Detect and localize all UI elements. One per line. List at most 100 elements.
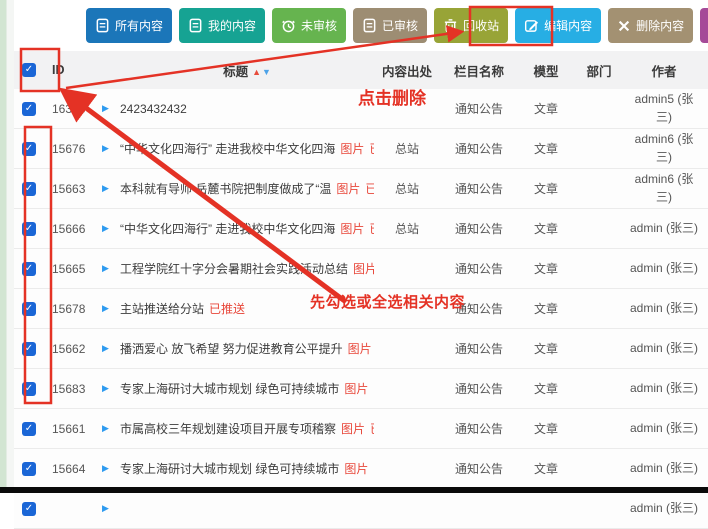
all-content-button[interactable]: 所有内容 bbox=[86, 8, 173, 43]
row-model: 文章 bbox=[533, 102, 558, 116]
row-column: 通知公告 bbox=[454, 342, 503, 356]
expand-triangle-icon[interactable]: ▶ bbox=[102, 343, 120, 354]
row-checkbox[interactable]: ✓ bbox=[22, 421, 36, 436]
expand-triangle-icon[interactable]: ▶ bbox=[102, 223, 120, 234]
row-checkbox[interactable]: ✓ bbox=[22, 181, 36, 196]
row-model: 文章 bbox=[533, 262, 558, 276]
row-title[interactable]: “中华文化四海行” 走进我校中华文化四海 bbox=[120, 140, 335, 157]
publish-content-button[interactable]: 发布内容 bbox=[700, 8, 708, 43]
row-title[interactable]: 2423432432 bbox=[120, 102, 187, 116]
row-title[interactable]: 专家上海研讨大城市规划 绿色可持续城市 bbox=[120, 460, 339, 477]
header-source: 内容出处 bbox=[381, 64, 432, 79]
status-tag: 图片 bbox=[340, 142, 365, 156]
row-column: 通知公告 bbox=[454, 222, 503, 236]
reviewed-button[interactable]: 已审核 bbox=[353, 8, 428, 43]
expand-triangle-icon[interactable]: ▶ bbox=[102, 383, 120, 394]
row-column: 通知公告 bbox=[454, 302, 503, 316]
row-title[interactable]: 播洒爱心 放飞希望 努力促进教育公平提升 bbox=[120, 340, 343, 357]
row-id: 15664 bbox=[52, 461, 86, 476]
toolbar: 所有内容 我的内容 未审核 已审核 回收站 编辑内容 删除内容 发布内容 bbox=[14, 0, 708, 43]
row-tags: 图片已推送签发源 bbox=[340, 140, 374, 157]
expand-triangle-icon[interactable]: ▶ bbox=[102, 423, 120, 434]
sort-desc-icon[interactable]: ▼ bbox=[262, 67, 271, 77]
expand-triangle-icon[interactable]: ▶ bbox=[102, 463, 120, 474]
row-checkbox[interactable]: ✓ bbox=[22, 341, 36, 356]
header-dept: 部门 bbox=[586, 64, 612, 79]
row-title[interactable]: “中华文化四海行” 走进我校中华文化四海 bbox=[120, 220, 335, 237]
table-row[interactable]: ✓ 15663 ▶ 本科就有导师 岳麓书院把制度做成了“温 图片已推送 总站 通… bbox=[14, 169, 708, 209]
status-tag: 已推送 bbox=[373, 380, 374, 397]
row-model: 文章 bbox=[533, 222, 558, 236]
row-model: 文章 bbox=[533, 182, 558, 196]
table-row[interactable]: ✓ ▶ admin (张三) bbox=[14, 489, 708, 529]
row-checkbox[interactable]: ✓ bbox=[22, 301, 36, 316]
row-title[interactable]: 工程学院红十字分会暑期社会实践活动总结 bbox=[120, 260, 348, 277]
expand-triangle-icon[interactable]: ▶ bbox=[102, 503, 120, 514]
left-sidebar-sliver bbox=[0, 0, 7, 493]
row-author: admin (张三) bbox=[629, 260, 698, 275]
row-column: 通知公告 bbox=[454, 422, 503, 436]
row-checkbox[interactable]: ✓ bbox=[22, 461, 36, 476]
row-model: 文章 bbox=[533, 142, 558, 156]
row-author: admin (张三) bbox=[629, 300, 698, 315]
row-column: 通知公告 bbox=[454, 102, 503, 116]
button-label: 未审核 bbox=[301, 19, 338, 33]
status-tag: 图片 bbox=[344, 462, 369, 476]
row-checkbox[interactable]: ✓ bbox=[22, 141, 36, 156]
row-tags: 图片已推送 bbox=[353, 260, 374, 277]
row-tags: 图片已推送 bbox=[340, 220, 374, 237]
row-model: 文章 bbox=[533, 382, 558, 396]
row-author: admin (张三) bbox=[629, 380, 698, 395]
table-row[interactable]: ✓ 15666 ▶ “中华文化四海行” 走进我校中华文化四海 图片已推送 总站 … bbox=[14, 209, 708, 249]
status-tag: 图片 bbox=[353, 262, 374, 276]
table-row[interactable]: ✓ 15678 ▶ 主站推送给分站 已推送 通知公告 文章 admin (张三) bbox=[14, 289, 708, 329]
row-author: admin (张三) bbox=[629, 340, 698, 355]
header-model: 模型 bbox=[533, 64, 559, 79]
expand-triangle-icon[interactable]: ▶ bbox=[102, 103, 120, 114]
expand-triangle-icon[interactable]: ▶ bbox=[102, 263, 120, 274]
row-title[interactable]: 市属高校三年规划建设项目开展专项稽察 bbox=[120, 420, 336, 437]
row-author: admin (张三) bbox=[629, 500, 698, 515]
status-tag: 已推送 bbox=[365, 182, 374, 196]
recycle-bin-button[interactable]: 回收站 bbox=[434, 8, 509, 43]
row-source: 总站 bbox=[394, 182, 419, 196]
content-area: 所有内容 我的内容 未审核 已审核 回收站 编辑内容 删除内容 发布内容 bbox=[14, 0, 708, 529]
row-model: 文章 bbox=[533, 462, 558, 476]
status-tag: 已推送 bbox=[370, 420, 374, 437]
table-row[interactable]: ✓ 15683 ▶ 专家上海研讨大城市规划 绿色可持续城市 图片 已推送 通知公告… bbox=[14, 369, 708, 409]
doc-icon bbox=[96, 18, 109, 33]
unreviewed-button[interactable]: 未审核 bbox=[272, 8, 347, 43]
row-title[interactable]: 本科就有导师 岳麓书院把制度做成了“温 bbox=[120, 180, 331, 197]
row-checkbox[interactable]: ✓ bbox=[22, 221, 36, 236]
table-row[interactable]: ✓ 16368 ▶ 2423432432 通知公告 文章 admin5 (张三) bbox=[14, 89, 708, 129]
row-checkbox[interactable]: ✓ bbox=[22, 381, 36, 396]
table-row[interactable]: ✓ 15676 ▶ “中华文化四海行” 走进我校中华文化四海 图片已推送签发源 … bbox=[14, 129, 708, 169]
table-row[interactable]: ✓ 15664 ▶ 专家上海研讨大城市规划 绿色可持续城市 图片 已推送 通知公告… bbox=[14, 449, 708, 489]
expand-triangle-icon[interactable]: ▶ bbox=[102, 183, 120, 194]
row-column: 通知公告 bbox=[454, 382, 503, 396]
row-source: 总站 bbox=[394, 222, 419, 236]
table-row[interactable]: ✓ 15662 ▶ 播洒爱心 放飞希望 努力促进教育公平提升 图片已推送 通知公… bbox=[14, 329, 708, 369]
status-tag: 图片 bbox=[347, 342, 372, 356]
button-label: 所有内容 bbox=[115, 19, 164, 33]
sort-asc-icon[interactable]: ▲ bbox=[252, 67, 261, 77]
delete-content-button[interactable]: 删除内容 bbox=[608, 8, 694, 43]
edit-icon bbox=[525, 20, 539, 32]
row-checkbox[interactable]: ✓ bbox=[22, 261, 36, 276]
row-tags: 图片已推送 bbox=[344, 460, 374, 477]
row-checkbox[interactable]: ✓ bbox=[22, 501, 36, 516]
expand-triangle-icon[interactable]: ▶ bbox=[102, 303, 120, 314]
row-column: 通知公告 bbox=[454, 182, 503, 196]
edit-content-button[interactable]: 编辑内容 bbox=[515, 8, 602, 43]
row-title[interactable]: 专家上海研讨大城市规划 绿色可持续城市 bbox=[120, 380, 339, 397]
button-label: 编辑内容 bbox=[544, 19, 593, 33]
table-row[interactable]: ✓ 15661 ▶ 市属高校三年规划建设项目开展专项稽察 图片已推送 通知公告 … bbox=[14, 409, 708, 449]
header-id: ID bbox=[52, 63, 65, 77]
select-all-checkbox[interactable]: ✓ bbox=[22, 63, 36, 77]
row-title[interactable]: 主站推送给分站 bbox=[120, 300, 204, 317]
my-content-button[interactable]: 我的内容 bbox=[179, 8, 266, 43]
table-row[interactable]: ✓ 15665 ▶ 工程学院红十字分会暑期社会实践活动总结 图片已推送 通知公告… bbox=[14, 249, 708, 289]
expand-triangle-icon[interactable]: ▶ bbox=[102, 143, 120, 154]
row-checkbox[interactable]: ✓ bbox=[22, 101, 36, 116]
row-id: 15663 bbox=[52, 181, 86, 196]
